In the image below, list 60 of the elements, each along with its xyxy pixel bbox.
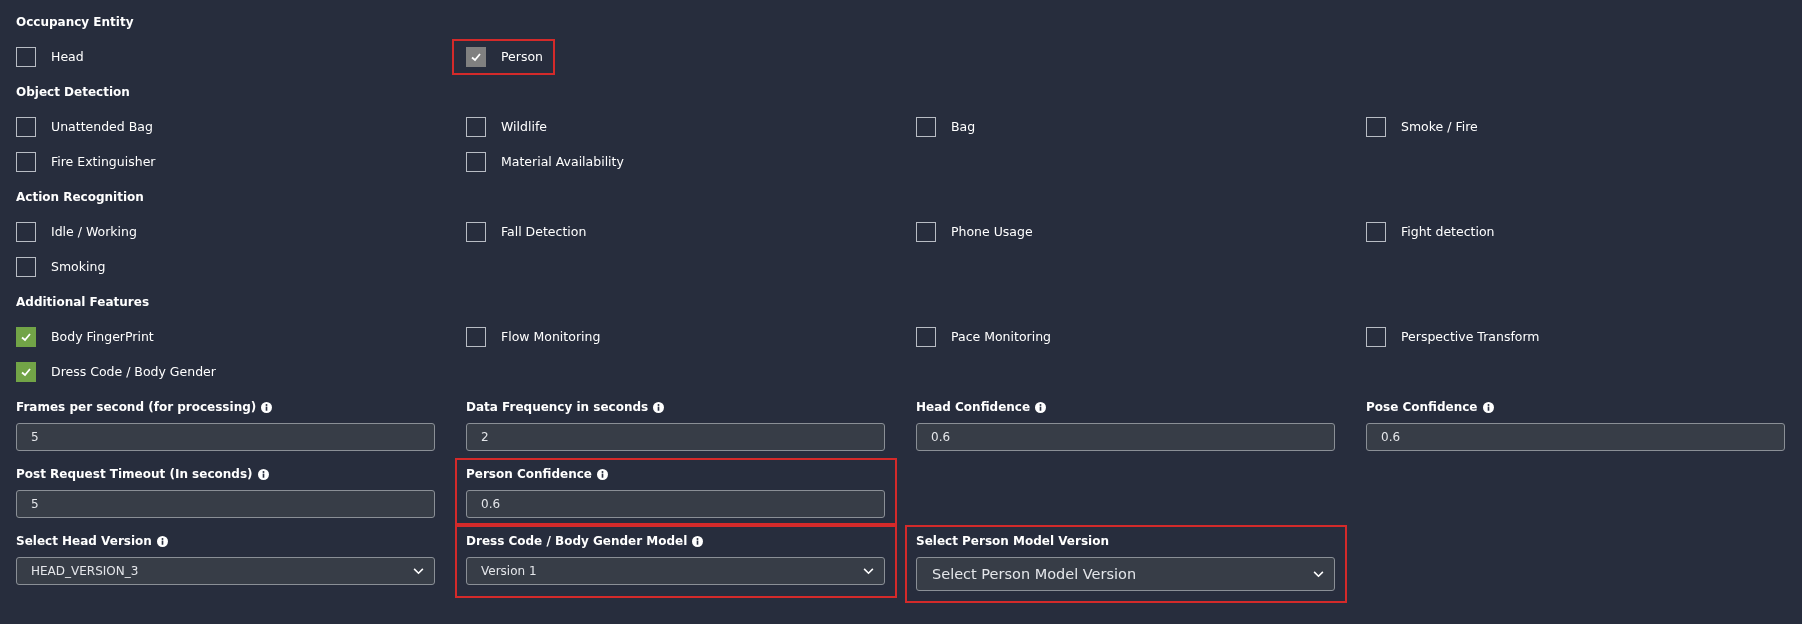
- checkbox[interactable]: [16, 256, 36, 277]
- input-field[interactable]: 0.6: [1366, 423, 1785, 451]
- field-label: Data Frequency in seconds: [466, 400, 649, 414]
- field-label: Select Person Model Version: [916, 534, 1109, 548]
- checkbox[interactable]: [16, 46, 36, 67]
- field-label: Select Head Version: [16, 534, 152, 548]
- checkbox[interactable]: [16, 221, 36, 242]
- checkbox-label: Smoking: [51, 259, 106, 274]
- chevron-down-icon: [863, 567, 874, 575]
- field-label: Pose Confidence: [1366, 400, 1478, 414]
- checkbox-label: Wildlife: [501, 119, 547, 134]
- checkbox[interactable]: [466, 151, 486, 172]
- checkbox-label: Pace Monitoring: [951, 329, 1052, 344]
- checkbox-label: Material Availability: [501, 154, 624, 169]
- checkbox-label: Fall Detection: [501, 224, 587, 239]
- chevron-down-icon: [1313, 570, 1324, 578]
- dropdown[interactable]: Select Person Model Version: [916, 557, 1335, 591]
- checkbox-label: Body FingerPrint: [51, 329, 154, 344]
- checkbox[interactable]: [1366, 221, 1386, 242]
- checkbox[interactable]: [1366, 116, 1386, 137]
- checkbox[interactable]: [1366, 326, 1386, 347]
- checkbox[interactable]: [466, 221, 486, 242]
- checkbox-label: Bag: [951, 119, 976, 134]
- checkbox[interactable]: [16, 326, 36, 347]
- dropdown[interactable]: Version 1: [466, 557, 885, 585]
- dropdown[interactable]: HEAD_VERSION_3: [16, 557, 435, 585]
- field-label: Dress Code / Body Gender Model: [466, 534, 688, 548]
- checkbox[interactable]: [466, 116, 486, 137]
- checkbox-label: Fight detection: [1401, 224, 1495, 239]
- section-heading: Additional Features: [16, 294, 150, 309]
- field-label: Person Confidence: [466, 467, 592, 481]
- checkbox-label: Dress Code / Body Gender: [51, 364, 216, 379]
- checkbox-label: Unattended Bag: [51, 119, 153, 134]
- checkbox[interactable]: [916, 116, 936, 137]
- checkbox[interactable]: [16, 151, 36, 172]
- checkbox[interactable]: [916, 326, 936, 347]
- checkbox-label: Head: [51, 49, 84, 64]
- input-field[interactable]: 0.6: [466, 490, 885, 518]
- input-field[interactable]: 2: [466, 423, 885, 451]
- checkbox[interactable]: [916, 221, 936, 242]
- checkbox-label: Perspective Transform: [1401, 329, 1540, 344]
- checkbox[interactable]: [466, 326, 486, 347]
- chevron-down-icon: [413, 567, 424, 575]
- section-heading: Action Recognition: [16, 189, 144, 204]
- checkbox-label: Smoke / Fire: [1401, 119, 1478, 134]
- checkbox-label: Person: [501, 49, 543, 64]
- field-label: Frames per second (for processing): [16, 400, 257, 414]
- section-heading: Occupancy Entity: [16, 14, 134, 29]
- field-label: Post Request Timeout (In seconds): [16, 467, 253, 481]
- checkbox-label: Idle / Working: [51, 224, 137, 239]
- input-field[interactable]: 0.6: [916, 423, 1335, 451]
- checkbox-label: Fire Extinguisher: [51, 154, 156, 169]
- checkbox[interactable]: [16, 361, 36, 382]
- checkbox-label: Phone Usage: [951, 224, 1033, 239]
- section-heading: Object Detection: [16, 84, 130, 99]
- field-label: Head Confidence: [916, 400, 1031, 414]
- input-field[interactable]: 5: [16, 423, 435, 451]
- checkbox[interactable]: [16, 116, 36, 137]
- checkbox-label: Flow Monitoring: [501, 329, 601, 344]
- input-field[interactable]: 5: [16, 490, 435, 518]
